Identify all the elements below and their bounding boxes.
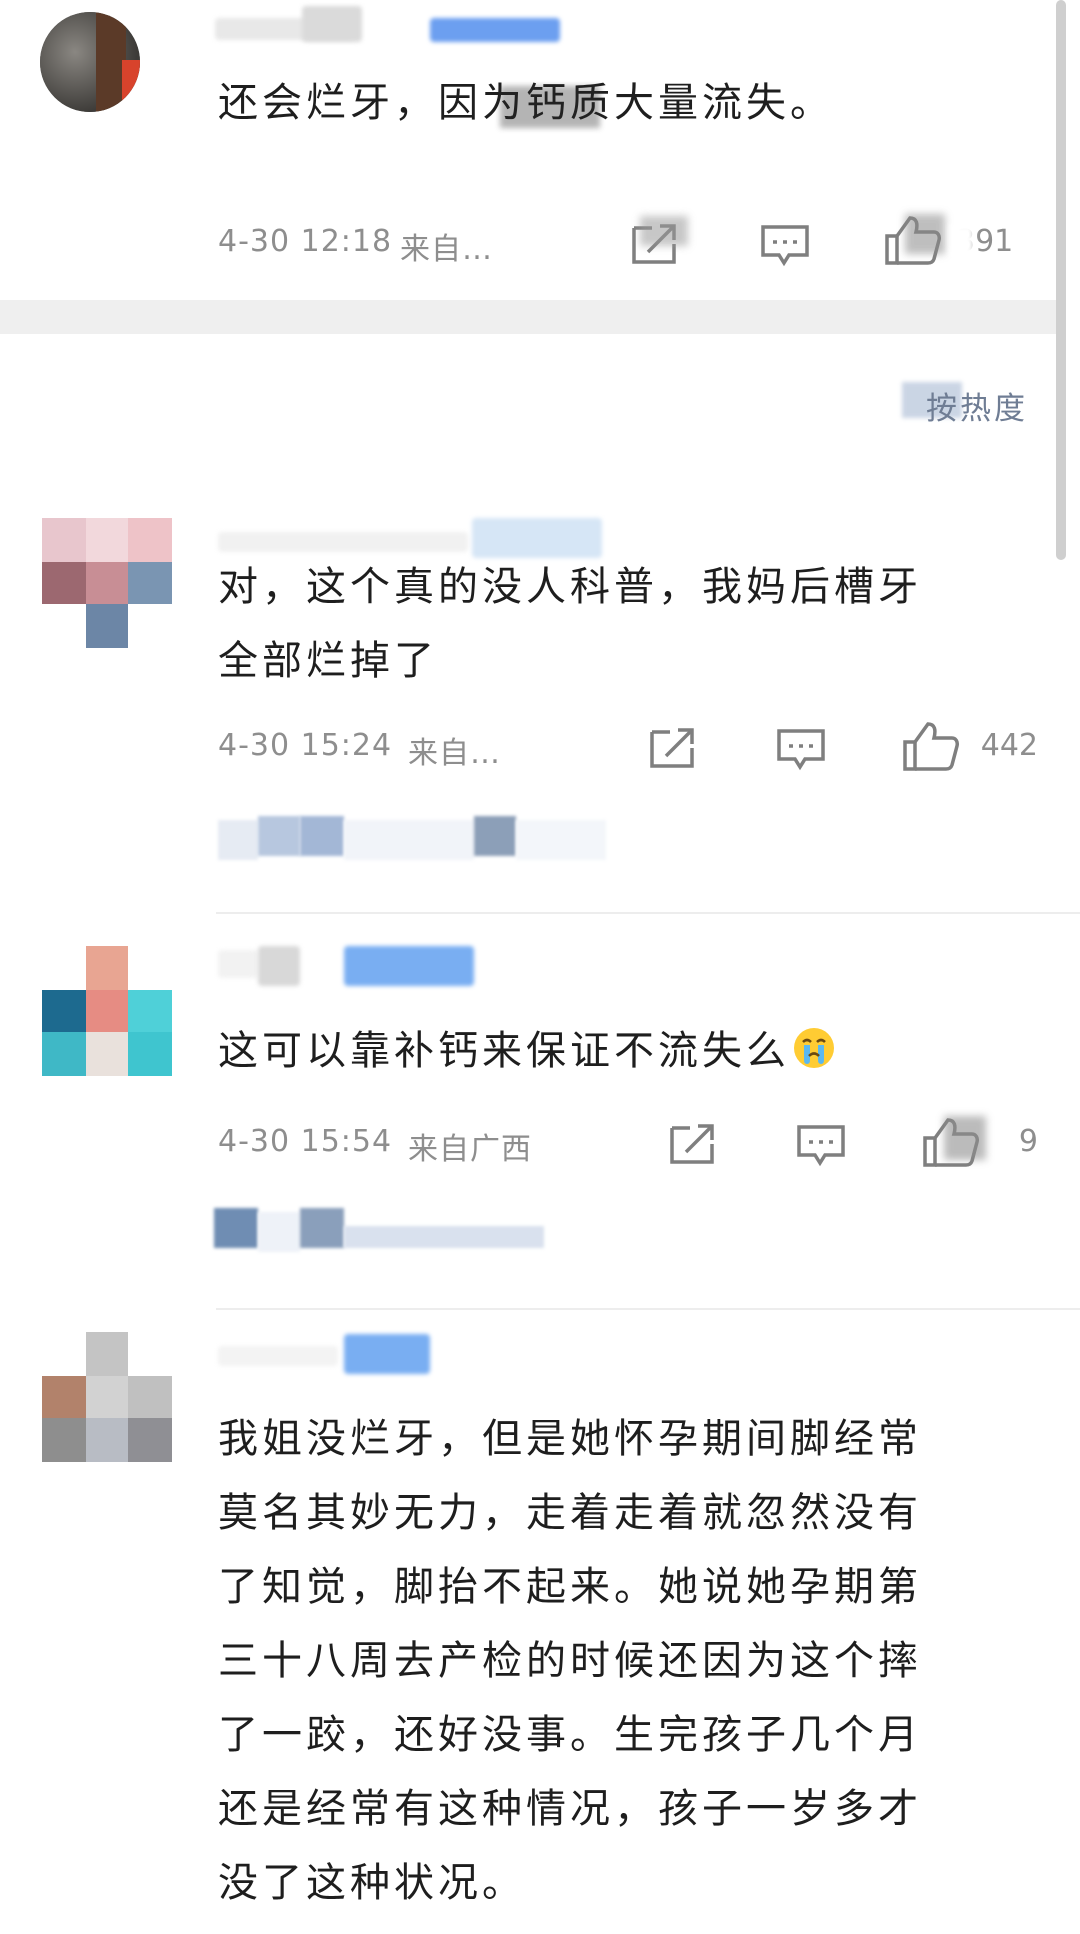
crying-face-emoji — [792, 1020, 836, 1068]
avatar[interactable] — [40, 12, 140, 112]
reply-thread-blurred[interactable] — [516, 820, 606, 860]
comment-source[interactable]: 来自… — [400, 224, 493, 268]
reply-thread-blurred[interactable] — [258, 816, 300, 856]
comment-source: 来自广西 — [408, 1132, 532, 1167]
icon-blur — [640, 216, 688, 246]
like-count: 442 — [980, 728, 1038, 763]
reply-thread-blurred[interactable] — [300, 1208, 344, 1248]
comment-source[interactable]: 来自… — [408, 728, 501, 772]
username-blurred[interactable] — [218, 950, 258, 978]
username-blurred[interactable] — [258, 946, 300, 986]
share-icon[interactable] — [668, 1122, 718, 1166]
reply-thread-blurred[interactable] — [344, 1226, 544, 1248]
avatar[interactable] — [42, 518, 172, 648]
username-blurred[interactable] — [218, 532, 468, 552]
fan-badge-blurred — [302, 6, 362, 42]
reply-thread-blurred[interactable] — [474, 816, 516, 856]
comment-text: 对，这个真的没人科普，我妈后槽牙 全部烂掉了 — [218, 564, 922, 684]
reply-thread-blurred[interactable] — [214, 1208, 258, 1248]
fan-badge-blurred — [430, 18, 560, 42]
count-blur — [950, 224, 974, 258]
comment-time: 4-30 15:24 — [218, 728, 393, 763]
comment-time: 4-30 12:18 — [218, 224, 393, 259]
comment-icon[interactable] — [776, 728, 826, 772]
avatar[interactable] — [42, 946, 172, 1076]
section-separator — [0, 300, 1056, 334]
text-redaction — [500, 86, 600, 128]
reply-thread-blurred[interactable] — [344, 820, 474, 860]
icon-blur — [905, 214, 945, 254]
comment-icon[interactable] — [796, 1124, 846, 1168]
reply-thread-blurred[interactable] — [218, 820, 258, 860]
username-blurred[interactable] — [218, 1346, 338, 1366]
reply-thread-blurred[interactable] — [300, 816, 344, 856]
comment-text: 我姐没烂牙，但是她怀孕期间脚经常 莫名其妙无力，走着走着就忽然没有 了知觉，脚抬… — [218, 1416, 922, 1906]
avatar[interactable] — [42, 1332, 172, 1462]
divider — [216, 912, 1080, 914]
comment-time: 4-30 15:54 — [218, 1124, 393, 1159]
share-icon[interactable] — [648, 726, 698, 770]
comment-icon[interactable] — [760, 224, 810, 268]
divider — [216, 1308, 1080, 1310]
comment-text-body: 这可以靠补钙来保证不流失么 — [218, 1028, 790, 1074]
sort-by-hot-toggle[interactable]: 按热度 — [926, 383, 1028, 428]
reply-thread-blurred[interactable] — [258, 1212, 300, 1252]
comment-text: 这可以靠补钙来保证不流失么 — [218, 1014, 836, 1088]
fan-badge-blurred — [344, 1334, 430, 1374]
scrollbar[interactable] — [1056, 0, 1066, 560]
fan-badge-blurred — [344, 946, 474, 986]
like-count: 9 — [1018, 1124, 1038, 1159]
